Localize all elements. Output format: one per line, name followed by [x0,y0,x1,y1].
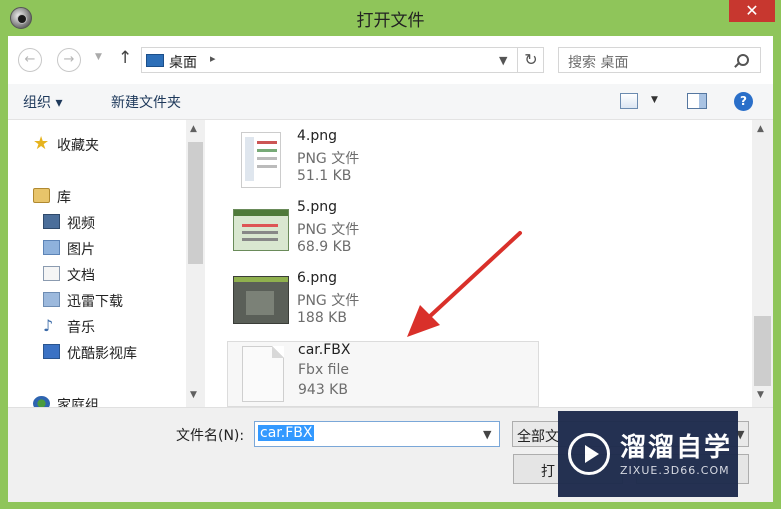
change-view-icon[interactable] [620,93,638,109]
file-type: PNG 文件 [297,222,360,238]
file-type: Fbx file [298,362,349,378]
help-icon[interactable]: ? [734,92,753,111]
desktop-icon [146,54,164,67]
organize-menu-button[interactable]: 组织 ▾ [23,92,62,112]
file-size: 188 KB [297,310,347,326]
file-name: 6.png [297,270,338,286]
scroll-down-arrow-icon[interactable]: ▼ [190,390,197,400]
star-icon: ★ [33,133,50,154]
file-size: 51.1 KB [297,168,352,184]
documents-icon [43,266,60,281]
navigation-bar: ← → ▼ ↑ 桌面 ▸ ▼ ↻ 搜索 桌面 [8,36,773,84]
file-name: 4.png [297,128,338,144]
watermark-title: 溜溜自学 [620,433,733,463]
image-thumbnail [241,132,281,188]
scroll-up-arrow-icon[interactable]: ▲ [190,124,197,134]
new-folder-button[interactable]: 新建文件夹 [111,92,181,112]
file-name: car.FBX [298,342,351,358]
address-bar[interactable]: 桌面 ▸ ▼ ↻ [141,47,544,73]
list-item[interactable]: 4.png PNG 文件 51.1 KB [227,128,539,198]
sidebar-item-label: 音乐 [67,320,95,336]
play-logo-icon [568,433,610,475]
view-options-chevron-down-icon[interactable]: ▼ [651,95,658,105]
filename-label: 文件名(N): [176,428,245,444]
music-icon: ♪ [43,316,54,335]
address-history-chevron-down-icon[interactable]: ▼ [499,54,507,67]
list-item[interactable]: 5.png PNG 文件 68.9 KB [227,199,539,269]
back-button[interactable]: ← [18,48,42,72]
dialog-title: 打开文件 [356,11,425,31]
file-size: 943 KB [298,382,348,398]
image-thumbnail [233,276,289,324]
image-thumbnail [233,209,289,251]
file-type-value: 全部文 [517,429,559,445]
filename-input[interactable]: car.FBX ▼ [254,421,500,447]
command-toolbar: 组织 ▾ 新建文件夹 ▼ ? [8,84,773,120]
search-icon[interactable] [737,54,749,66]
recent-locations-chevron-down-icon[interactable]: ▼ [95,52,102,62]
scroll-up-arrow-icon[interactable]: ▲ [757,124,764,134]
preview-pane-icon[interactable] [687,93,707,109]
refresh-button[interactable]: ↻ [517,48,544,72]
sidebar-item-label: 库 [57,190,71,206]
library-icon [33,188,50,203]
list-item[interactable]: 6.png PNG 文件 188 KB [227,270,539,340]
breadcrumb-arrow-icon[interactable]: ▸ [210,52,216,65]
open-button-label: 打 [541,464,555,480]
search-input[interactable]: 搜索 桌面 [558,47,761,73]
watermark-url: ZIXUE.3D66.COM [620,464,730,477]
filename-history-chevron-down-icon[interactable]: ▼ [483,428,491,441]
sidebar-item-label: 收藏夹 [57,138,99,154]
scrollbar-thumb[interactable] [754,316,771,386]
open-file-dialog: 打开文件 ✕ ← → ▼ ↑ 桌面 ▸ ▼ ↻ 搜索 桌面 组织 ▾ 新建文件夹 [0,0,781,509]
youku-icon [43,344,60,359]
scroll-down-arrow-icon[interactable]: ▼ [757,390,764,400]
file-list-scrollbar[interactable]: ▲ ▼ [752,120,773,407]
file-type: PNG 文件 [297,293,360,309]
forward-button[interactable]: → [57,48,81,72]
up-one-level-button[interactable]: ↑ [118,48,132,68]
download-icon [43,292,60,307]
sidebar-item-label: 优酷影视库 [67,346,137,362]
file-size: 68.9 KB [297,239,352,255]
file-name: 5.png [297,199,338,215]
file-type: PNG 文件 [297,151,360,167]
list-item[interactable]: car.FBX Fbx file 943 KB [227,341,539,407]
scrollbar-thumb[interactable] [188,142,203,264]
watermark-logo: 溜溜自学 ZIXUE.3D66.COM [558,411,738,497]
search-placeholder: 搜索 桌面 [568,55,629,71]
sidebar-item-label: 迅雷下载 [67,294,123,310]
filename-value[interactable]: car.FBX [258,425,315,441]
close-button[interactable]: ✕ [729,0,775,22]
blank-file-icon [242,346,284,402]
navigation-scrollbar[interactable]: ▲ ▼ [186,120,205,407]
navigation-pane: ★ 收藏夹 库 视频 图片 文档 迅雷下载 ♪ 音乐 优酷影视库 家庭组 [8,120,205,407]
file-list: 4.png PNG 文件 51.1 KB 5.png PNG 文件 68.9 K… [205,120,752,407]
sidebar-item-label: 文档 [67,268,95,284]
homegroup-icon [33,396,50,407]
address-location[interactable]: 桌面 [169,52,197,72]
sidebar-item-label: 视频 [67,216,95,232]
sidebar-item-label: 图片 [67,242,95,258]
pictures-icon [43,240,60,255]
video-icon [43,214,60,229]
title-bar: 打开文件 ✕ [0,0,781,36]
sidebar-item-label: 家庭组 [57,398,99,407]
